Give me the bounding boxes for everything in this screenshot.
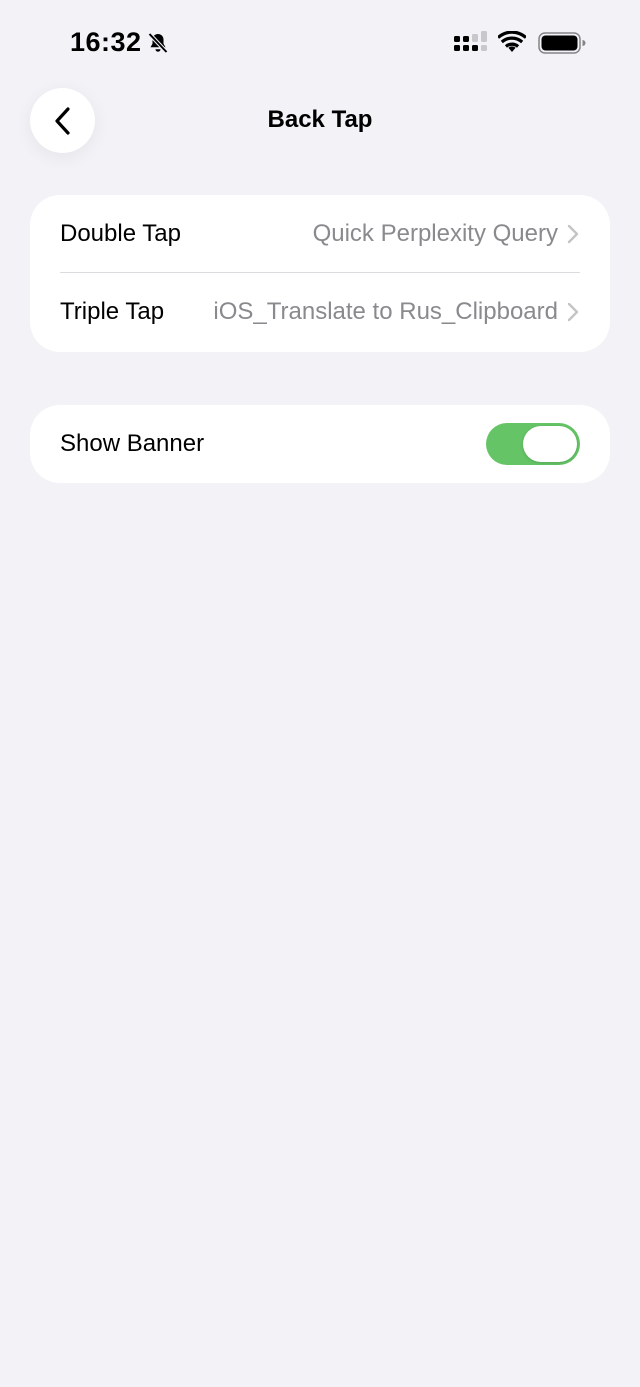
battery-icon bbox=[538, 32, 586, 54]
cellular-signal-icon bbox=[454, 31, 487, 51]
status-time: 16:32 bbox=[70, 27, 142, 57]
triple-tap-row[interactable]: Triple Tap iOS_Translate to Rus_Clipboar… bbox=[30, 273, 610, 351]
back-tap-actions-group: Double Tap Quick Perplexity Query Triple… bbox=[30, 195, 610, 352]
toggle-knob bbox=[523, 426, 577, 462]
show-banner-row: Show Banner bbox=[30, 405, 610, 483]
page-title: Back Tap bbox=[267, 106, 373, 133]
show-banner-toggle[interactable] bbox=[486, 423, 580, 465]
double-tap-value: Quick Perplexity Query bbox=[312, 220, 558, 247]
show-banner-group: Show Banner bbox=[30, 405, 610, 483]
triple-tap-value: iOS_Translate to Rus_Clipboard bbox=[213, 298, 558, 325]
wifi-icon bbox=[498, 31, 526, 52]
bell-slash-icon bbox=[148, 32, 168, 54]
chevron-right-icon bbox=[567, 224, 579, 244]
double-tap-label: Double Tap bbox=[60, 220, 181, 247]
triple-tap-label: Triple Tap bbox=[60, 298, 165, 325]
show-banner-label: Show Banner bbox=[60, 430, 205, 457]
chevron-right-icon bbox=[567, 302, 579, 322]
status-bar: 16:32 bbox=[0, 0, 640, 88]
double-tap-row[interactable]: Double Tap Quick Perplexity Query bbox=[30, 195, 610, 273]
